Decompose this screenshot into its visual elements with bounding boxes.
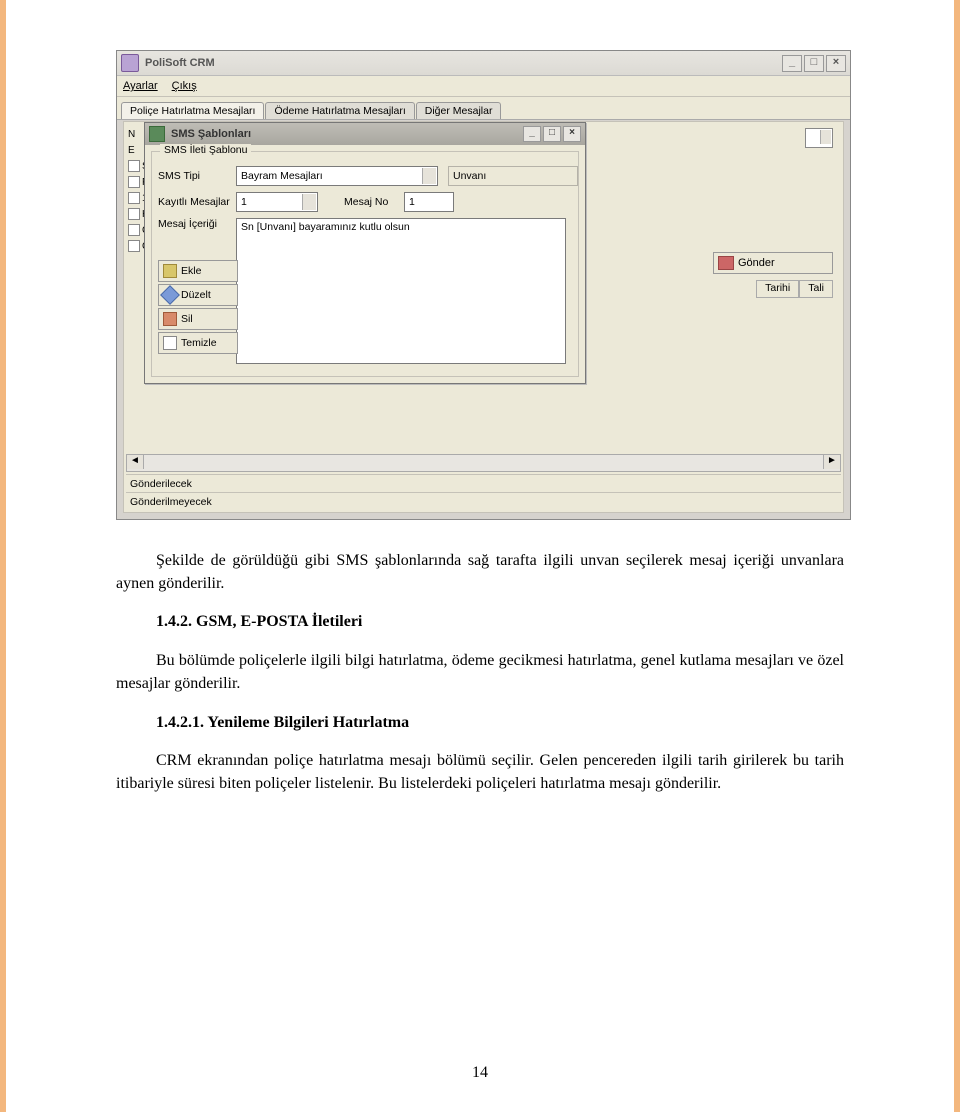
unvani-label: Unvanı	[453, 170, 486, 182]
status-gonderilmeyecek: Gönderilmeyecek	[126, 492, 841, 510]
checkbox[interactable]	[128, 224, 140, 236]
send-icon	[718, 256, 734, 270]
kayitli-label: Kayıtlı Mesajlar	[158, 196, 230, 208]
menu-ayarlar[interactable]: Ayarlar	[123, 80, 158, 92]
close-button[interactable]: ×	[826, 55, 846, 72]
checkbox[interactable]	[128, 240, 140, 252]
crm-screenshot: PoliSoft CRM _ □ × Ayarlar Çıkış Poliçe …	[116, 50, 851, 520]
dialog-icon	[149, 126, 165, 142]
document-body: Şekilde de görüldüğü gibi SMS şablonları…	[116, 550, 844, 796]
checkbox[interactable]	[128, 176, 140, 188]
temizle-button[interactable]: Temizle	[158, 332, 238, 354]
paragraph-1: Şekilde de görüldüğü gibi SMS şablonları…	[116, 550, 844, 595]
dialog-minimize-button[interactable]: _	[523, 126, 541, 142]
left-label: N	[128, 129, 135, 140]
sil-button[interactable]: Sil	[158, 308, 238, 330]
spin-control[interactable]	[805, 128, 833, 148]
grid-headers: Tarihi Tali	[756, 280, 833, 298]
mesaj-no-input[interactable]: 1	[404, 192, 454, 212]
tabs-row: Poliçe Hatırlatma Mesajları Ödeme Hatırl…	[117, 97, 850, 120]
tab-odeme[interactable]: Ödeme Hatırlatma Mesajları	[265, 102, 414, 119]
heading-1-4-2: 1.4.2. GSM, E-POSTA İletileri	[116, 611, 844, 634]
sms-sablonlari-dialog: SMS Şablonları _ □ × SMS İleti Şablonu S…	[144, 122, 586, 384]
menu-cikis[interactable]: Çıkış	[172, 80, 197, 92]
ekle-button[interactable]: Ekle	[158, 260, 238, 282]
dialog-body: SMS İleti Şablonu SMS Tipi Bayram Mesajl…	[151, 151, 579, 377]
paragraph-3: CRM ekranından poliçe hatırlatma mesajı …	[116, 750, 844, 795]
button-stack: Ekle Düzelt Sil Temizle	[158, 260, 238, 354]
mesaj-icerigi-label: Mesaj İçeriği	[158, 218, 230, 230]
gonder-label: Gönder	[738, 257, 775, 269]
mesaj-icerigi-textarea[interactable]: Sn [Unvanı] bayaramınız kutlu olsun	[236, 218, 566, 364]
edit-icon	[160, 285, 180, 305]
row-kayitli: Kayıtlı Mesajlar 1 Mesaj No 1	[158, 192, 454, 212]
app-titlebar: PoliSoft CRM _ □ ×	[117, 51, 850, 76]
sms-tipi-label: SMS Tipi	[158, 170, 230, 182]
checkbox[interactable]	[128, 192, 140, 204]
scroll-left-icon[interactable]: ◄	[127, 455, 144, 469]
dialog-maximize-button[interactable]: □	[543, 126, 561, 142]
unvani-box[interactable]: Unvanı	[448, 166, 578, 186]
delete-icon	[163, 312, 177, 326]
left-label: E	[128, 145, 135, 156]
tab-police[interactable]: Poliçe Hatırlatma Mesajları	[121, 102, 264, 119]
maximize-button[interactable]: □	[804, 55, 824, 72]
tab-diger[interactable]: Diğer Mesajlar	[416, 102, 502, 119]
kayitli-value: 1	[241, 196, 247, 208]
scroll-track[interactable]	[144, 455, 823, 471]
menubar: Ayarlar Çıkış	[117, 76, 850, 97]
document-page: PoliSoft CRM _ □ × Ayarlar Çıkış Poliçe …	[0, 0, 960, 1112]
groupbox-label: SMS İleti Şablonu	[160, 144, 251, 156]
gonder-button[interactable]: Gönder	[713, 252, 833, 274]
dialog-title: SMS Şablonları	[171, 128, 251, 140]
dialog-titlebar: SMS Şablonları _ □ ×	[145, 123, 585, 145]
col-tarihi[interactable]: Tarihi	[756, 280, 799, 298]
ekle-label: Ekle	[181, 265, 201, 277]
sil-label: Sil	[181, 313, 193, 325]
dialog-close-button[interactable]: ×	[563, 126, 581, 142]
paragraph-2: Bu bölümde poliçelerle ilgili bilgi hatı…	[116, 650, 844, 695]
scroll-right-icon[interactable]: ►	[823, 455, 840, 469]
mesaj-no-label: Mesaj No	[344, 196, 398, 208]
row-sms-tipi: SMS Tipi Bayram Mesajları	[158, 166, 438, 186]
app-icon	[121, 54, 139, 72]
temizle-label: Temizle	[181, 337, 217, 349]
sms-tipi-combo[interactable]: Bayram Mesajları	[236, 166, 438, 186]
minimize-button[interactable]: _	[782, 55, 802, 72]
col-tali[interactable]: Tali	[799, 280, 833, 298]
sms-tipi-value: Bayram Mesajları	[241, 170, 323, 182]
duzelt-label: Düzelt	[181, 289, 211, 301]
horizontal-scrollbar[interactable]: ◄ ►	[126, 454, 841, 472]
add-icon	[163, 264, 177, 278]
mesaj-icerigi-value: Sn [Unvanı] bayaramınız kutlu olsun	[241, 221, 410, 233]
page-number: 14	[6, 1064, 954, 1082]
checkbox[interactable]	[128, 160, 140, 172]
heading-1-4-2-1: 1.4.2.1. Yenileme Bilgileri Hatırlatma	[116, 712, 844, 735]
main-area: N E S F 1 H C C Gönder Tarihi Tali	[123, 121, 844, 513]
kayitli-combo[interactable]: 1	[236, 192, 318, 212]
status-rows: Gönderilecek Gönderilmeyecek	[126, 474, 841, 510]
checkbox[interactable]	[128, 208, 140, 220]
app-title: PoliSoft CRM	[145, 57, 215, 69]
clear-icon	[163, 336, 177, 350]
mesaj-no-value: 1	[409, 196, 415, 208]
status-gonderilecek: Gönderilecek	[126, 474, 841, 492]
duzelt-button[interactable]: Düzelt	[158, 284, 238, 306]
